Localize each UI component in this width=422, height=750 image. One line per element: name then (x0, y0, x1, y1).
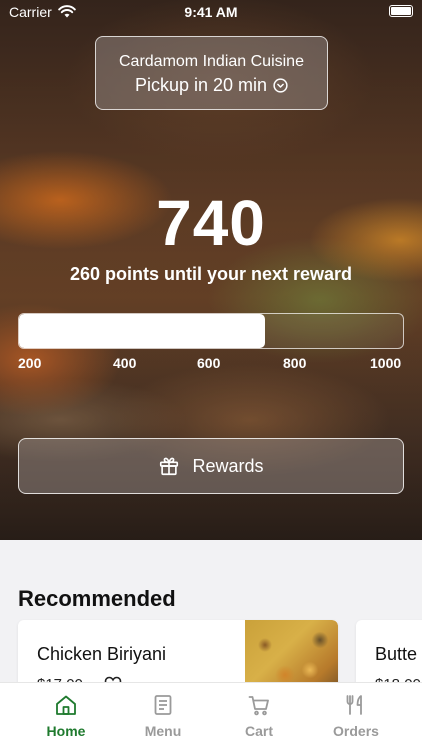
tab-label: Orders (333, 723, 379, 739)
pickup-selector-button[interactable]: Cardamom Indian Cuisine Pickup in 20 min (95, 36, 328, 110)
tab-label: Home (46, 723, 86, 739)
item-name: Chicken Biriyani (37, 644, 167, 664)
tab-label: Menu (144, 723, 182, 739)
tab-label: Cart (244, 723, 273, 739)
progress-tick-label: 400 (113, 355, 137, 371)
points-until-reward-caption: 260 points until your next reward (69, 264, 353, 284)
orders-icon (346, 695, 362, 715)
tab-cart[interactable]: Cart (219, 693, 299, 739)
item-name: Butte (375, 644, 418, 664)
rewards-progress-bar (18, 313, 404, 349)
pickup-time-row: Pickup in 20 min (96, 75, 327, 96)
tab-home[interactable]: Home (26, 693, 106, 739)
tab-orders[interactable]: Orders (316, 693, 396, 739)
menu-icon (154, 695, 172, 715)
restaurant-name: Cardamom Indian Cuisine (119, 53, 304, 70)
pickup-time-label: Pickup in 20 min (134, 75, 268, 95)
gift-icon (160, 457, 179, 476)
tab-bar: Home Menu Cart Orders (0, 682, 422, 750)
progress-tick-label: 800 (283, 355, 307, 371)
progress-tick-label: 200 (18, 355, 42, 371)
status-time: 9:41 AM (184, 4, 238, 20)
home-icon (56, 695, 76, 715)
progress-tick-label: 1000 (370, 355, 402, 371)
rewards-button-label: Rewards (192, 455, 264, 476)
rewards-button[interactable]: Rewards (18, 438, 404, 494)
chevron-down-circle-icon (273, 78, 288, 93)
rewards-progress-fill (19, 314, 265, 348)
status-bar: Carrier 9:41 AM (0, 0, 422, 24)
cart-icon (248, 696, 269, 716)
progress-tick-label: 600 (197, 355, 221, 371)
recommended-title: Recommended (18, 586, 176, 611)
battery-icon (389, 5, 413, 17)
tab-menu[interactable]: Menu (123, 693, 203, 739)
points-total: 740 (156, 187, 266, 259)
